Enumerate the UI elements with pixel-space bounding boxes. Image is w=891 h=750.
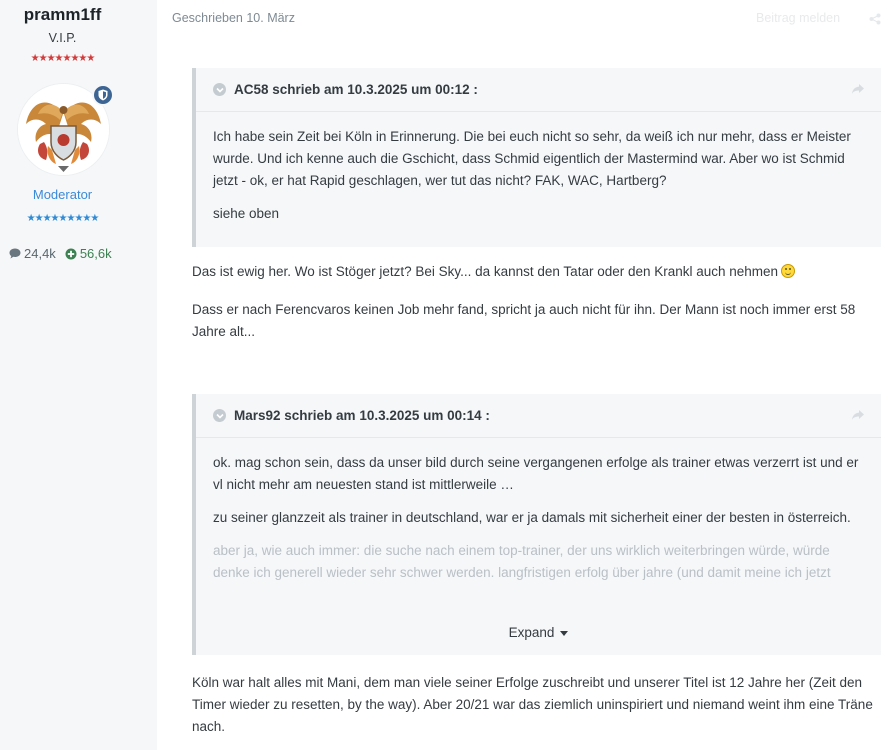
expand-quote-button[interactable]: Expand — [196, 625, 881, 640]
quote-body: ok. mag schon sein, dass da unser bild d… — [196, 438, 881, 611]
post-paragraph: Dass er nach Ferencvaros keinen Job mehr… — [192, 302, 856, 339]
go-to-quote-icon[interactable] — [851, 83, 865, 98]
share-icon[interactable] — [869, 12, 881, 28]
post-count: 24,4k — [9, 246, 56, 261]
quote-paragraph: siehe oben — [213, 206, 280, 221]
quote-citation-text: AC58 schrieb am 10.3.2025 um 00:12 : — [234, 82, 478, 97]
author-name[interactable]: pramm1ff — [0, 5, 125, 25]
quote-citation-text: Mars92 schrieb am 10.3.2025 um 00:14 : — [234, 408, 490, 423]
rank-stars: ★★★★★★★★ — [30, 53, 96, 64]
quote-paragraph: ok. mag schon sein, dass da unser bild d… — [213, 455, 859, 492]
post-paragraph: Köln war halt alles mit Mani, dem man vi… — [192, 675, 873, 734]
report-post-link[interactable]: Beitrag melden — [756, 11, 840, 25]
reputation-value: 56,6k — [79, 246, 112, 261]
author-panel: pramm1ff V.I.P. ★★★★★★★★ Moderator ★★★★★… — [0, 0, 157, 750]
post-text: Das ist ewig her. Wo ist Stöger jetzt? B… — [192, 264, 779, 279]
shield-badge-icon — [92, 84, 114, 106]
author-role: Moderator — [32, 187, 93, 202]
smiley-icon — [781, 264, 796, 278]
chevron-down-icon — [213, 83, 226, 96]
author-stats: 24,4k 56,6k — [9, 246, 112, 261]
quote-body: Ich habe sein Zeit bei Köln in Erinnerun… — [196, 112, 881, 225]
post-paragraph: Das ist ewig her. Wo ist Stöger jetzt? B… — [192, 261, 882, 283]
caret-down-icon — [560, 630, 569, 636]
plus-circle-icon — [65, 248, 77, 259]
author-group: V.I.P. — [48, 31, 77, 45]
chevron-down-icon — [213, 409, 226, 422]
quote-fade-overlay — [196, 577, 881, 611]
post-count-value: 24,4k — [24, 246, 56, 261]
reputation: 56,6k — [65, 246, 112, 261]
go-to-quote-icon[interactable] — [851, 409, 865, 424]
expand-label: Expand — [508, 625, 555, 640]
quote-citation[interactable]: AC58 schrieb am 10.3.2025 um 00:12 : — [196, 68, 881, 112]
quote-citation[interactable]: Mars92 schrieb am 10.3.2025 um 00:14 : — [196, 394, 881, 438]
quote-paragraph: Ich habe sein Zeit bei Köln in Erinnerun… — [213, 129, 851, 188]
comment-icon — [9, 248, 21, 259]
quote-paragraph: zu seiner glanzzeit als trainer in deuts… — [213, 510, 851, 525]
post-date[interactable]: Geschrieben 10. März — [172, 11, 295, 25]
quote-block: Mars92 schrieb am 10.3.2025 um 00:14 : o… — [192, 394, 881, 655]
role-stars: ★★★★★★★★★ — [26, 213, 100, 224]
quote-block: AC58 schrieb am 10.3.2025 um 00:12 : Ich… — [192, 68, 881, 247]
